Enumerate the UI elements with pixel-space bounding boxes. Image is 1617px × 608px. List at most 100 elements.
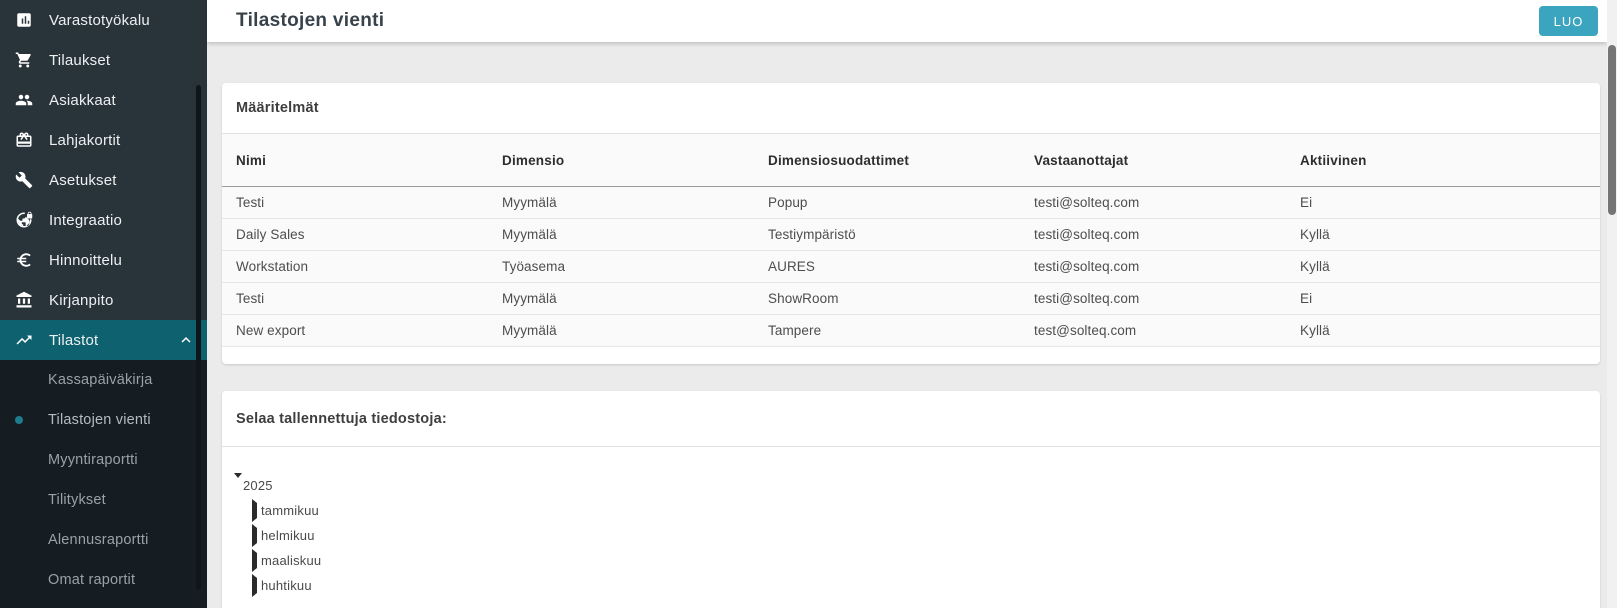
create-button[interactable]: LUO: [1539, 6, 1598, 36]
shopping-cart-icon: [15, 51, 33, 69]
submenu-item-alennusraportti[interactable]: Alennusraportti: [0, 520, 207, 560]
cell-aktiivinen: Kyllä: [1286, 315, 1600, 346]
sidebar-item-label: Tilaukset: [49, 52, 110, 69]
sidebar-item-label: Kirjanpito: [49, 292, 114, 309]
sidebar-item-label: Asiakkaat: [49, 92, 116, 109]
sidebar-item-varastotyokalu[interactable]: Varastotyökalu: [0, 0, 207, 40]
cell-aktiivinen: Ei: [1286, 283, 1600, 314]
table-row[interactable]: Testi Myymälä ShowRoom testi@solteq.com …: [222, 283, 1600, 315]
sidebar-item-tilastot[interactable]: Tilastot: [0, 320, 207, 360]
cell-vastaanottajat: testi@solteq.com: [1020, 251, 1286, 282]
tree-item-label: maaliskuu: [261, 553, 321, 568]
cell-vastaanottajat: testi@solteq.com: [1020, 283, 1286, 314]
table-row[interactable]: Workstation Työasema AURES testi@solteq.…: [222, 251, 1600, 283]
submenu-item-label: Kassapäiväkirja: [48, 372, 153, 388]
tree-item-label: tammikuu: [261, 503, 319, 518]
submenu-item-label: Tilastojen vienti: [48, 412, 151, 428]
page-title: Tilastojen vienti: [236, 10, 384, 32]
table-row[interactable]: Testi Myymälä Popup testi@solteq.com Ei: [222, 187, 1600, 219]
cell-nimi: Testi: [222, 283, 488, 314]
globe-lock-icon: [15, 211, 33, 229]
wrench-icon: [15, 171, 33, 189]
cell-vastaanottajat: testi@solteq.com: [1020, 219, 1286, 250]
cell-dimensio: Myymälä: [488, 219, 754, 250]
tree-item-label: 2025: [243, 478, 273, 493]
cell-suodattimet: Tampere: [754, 315, 1020, 346]
tree-item-label: helmikuu: [261, 528, 315, 543]
trending-up-icon: [15, 331, 33, 349]
sidebar-item-label: Lahjakortit: [49, 132, 120, 149]
cell-aktiivinen: Ei: [1286, 187, 1600, 218]
caret-right-icon: [252, 553, 260, 568]
saved-files-card: Selaa tallennettuja tiedostoja: 2025 tam…: [222, 391, 1600, 608]
submenu-item-label: Omat raportit: [48, 572, 135, 588]
caret-right-icon: [252, 578, 260, 593]
bank-icon: [15, 291, 33, 309]
euro-icon: [15, 251, 33, 269]
cell-vastaanottajat: testi@solteq.com: [1020, 187, 1286, 218]
sidebar-item-kirjanpito[interactable]: Kirjanpito: [0, 280, 207, 320]
cell-suodattimet: Popup: [754, 187, 1020, 218]
definitions-card: Määritelmät Nimi Dimensio Dimensiosuodat…: [222, 83, 1600, 364]
page-scrollbar[interactable]: [1607, 0, 1617, 608]
cell-dimensio: Myymälä: [488, 283, 754, 314]
sidebar-item-tilaukset[interactable]: Tilaukset: [0, 40, 207, 80]
cell-suodattimet: Testiympäristö: [754, 219, 1020, 250]
submenu-item-label: Alennusraportti: [48, 532, 149, 548]
column-header-dimensio: Dimensio: [488, 134, 754, 186]
page-scrollbar-thumb[interactable]: [1608, 45, 1616, 215]
caret-right-icon: [252, 528, 260, 543]
submenu-item-kassapaivakirja[interactable]: Kassapäiväkirja: [0, 360, 207, 400]
app-window: Varastotyökalu Tilaukset Asiakkaat Lahja…: [0, 0, 1617, 608]
cell-nimi: Workstation: [222, 251, 488, 282]
sidebar-item-integraatio[interactable]: Integraatio: [0, 200, 207, 240]
cell-suodattimet: AURES: [754, 251, 1020, 282]
gift-card-icon: [15, 131, 33, 149]
saved-files-card-title: Selaa tallennettuja tiedostoja:: [222, 391, 1600, 447]
submenu-item-tilitykset[interactable]: Tilitykset: [0, 480, 207, 520]
topbar: Tilastojen vienti LUO: [207, 0, 1607, 42]
sidebar-item-hinnoittelu[interactable]: Hinnoittelu: [0, 240, 207, 280]
active-item-dot-icon: [15, 416, 23, 424]
cell-dimensio: Työasema: [488, 251, 754, 282]
definitions-card-title: Määritelmät: [222, 83, 1600, 134]
tree-item-month[interactable]: tammikuu: [234, 498, 1600, 523]
cell-aktiivinen: Kyllä: [1286, 251, 1600, 282]
chevron-up-icon: [177, 331, 195, 349]
tree-item-month[interactable]: maaliskuu: [234, 548, 1600, 573]
cell-nimi: New export: [222, 315, 488, 346]
sidebar-item-lahjakortit[interactable]: Lahjakortit: [0, 120, 207, 160]
column-header-aktiivinen: Aktiivinen: [1286, 134, 1600, 186]
submenu-item-label: Myyntiraportti: [48, 452, 138, 468]
submenu-item-tilastojen-vienti[interactable]: Tilastojen vienti: [0, 400, 207, 440]
sidebar-item-label: Asetukset: [49, 172, 117, 189]
sidebar: Varastotyökalu Tilaukset Asiakkaat Lahja…: [0, 0, 207, 608]
tilastot-submenu: Kassapäiväkirja Tilastojen vienti Myynti…: [0, 360, 207, 608]
tree-item-label: huhtikuu: [261, 578, 312, 593]
caret-down-icon: [234, 478, 242, 493]
cell-nimi: Daily Sales: [222, 219, 488, 250]
caret-right-icon: [252, 503, 260, 518]
tree-item-month[interactable]: huhtikuu: [234, 573, 1600, 598]
table-row[interactable]: New export Myymälä Tampere test@solteq.c…: [222, 315, 1600, 347]
cell-vastaanottajat: test@solteq.com: [1020, 315, 1286, 346]
sidebar-item-asetukset[interactable]: Asetukset: [0, 160, 207, 200]
submenu-item-label: Tilitykset: [48, 492, 106, 508]
tree-item-year[interactable]: 2025: [234, 473, 1600, 498]
sidebar-item-asiakkaat[interactable]: Asiakkaat: [0, 80, 207, 120]
sidebar-item-label: Tilastot: [49, 332, 98, 349]
column-header-dimensiosuodattimet: Dimensiosuodattimet: [754, 134, 1020, 186]
tree-item-month[interactable]: helmikuu: [234, 523, 1600, 548]
submenu-item-myyntiraportti[interactable]: Myyntiraportti: [0, 440, 207, 480]
people-icon: [15, 91, 33, 109]
bar-chart-icon: [15, 11, 33, 29]
column-header-nimi: Nimi: [222, 134, 488, 186]
cell-aktiivinen: Kyllä: [1286, 219, 1600, 250]
sidebar-item-label: Hinnoittelu: [49, 252, 122, 269]
sidebar-scrollbar-thumb[interactable]: [196, 85, 201, 590]
cell-dimensio: Myymälä: [488, 187, 754, 218]
table-row[interactable]: Daily Sales Myymälä Testiympäristö testi…: [222, 219, 1600, 251]
sidebar-item-label: Integraatio: [49, 212, 122, 229]
submenu-item-omat-raportit[interactable]: Omat raportit: [0, 560, 207, 600]
sidebar-item-label: Varastotyökalu: [49, 12, 150, 29]
